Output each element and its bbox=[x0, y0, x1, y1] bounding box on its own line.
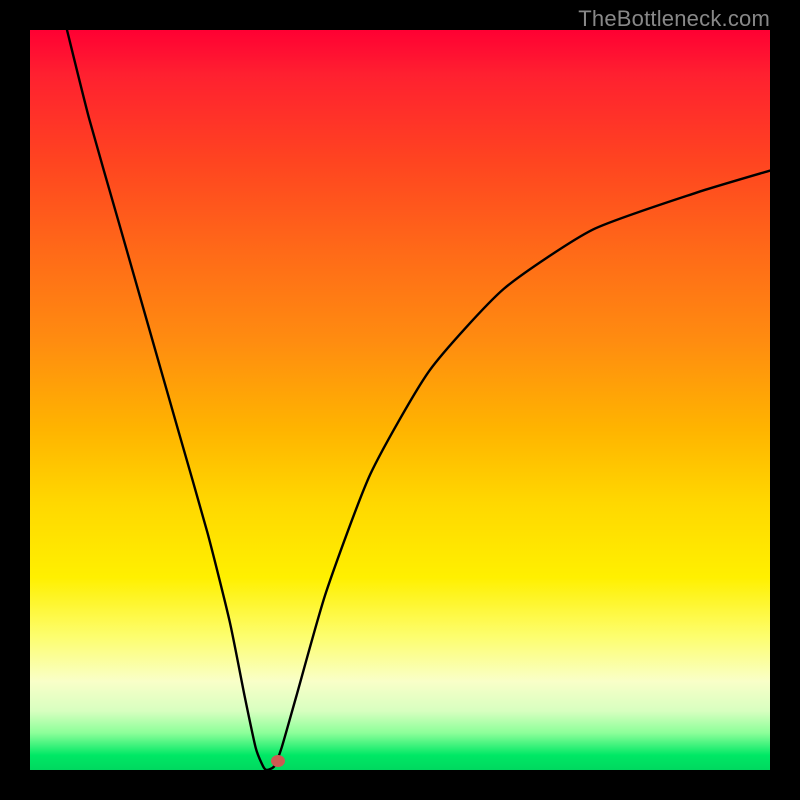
watermark-text: TheBottleneck.com bbox=[578, 6, 770, 32]
curve-svg bbox=[30, 30, 770, 770]
optimal-point-marker bbox=[271, 755, 285, 767]
plot-area bbox=[30, 30, 770, 770]
chart-frame: TheBottleneck.com bbox=[0, 0, 800, 800]
bottleneck-curve bbox=[67, 30, 770, 770]
